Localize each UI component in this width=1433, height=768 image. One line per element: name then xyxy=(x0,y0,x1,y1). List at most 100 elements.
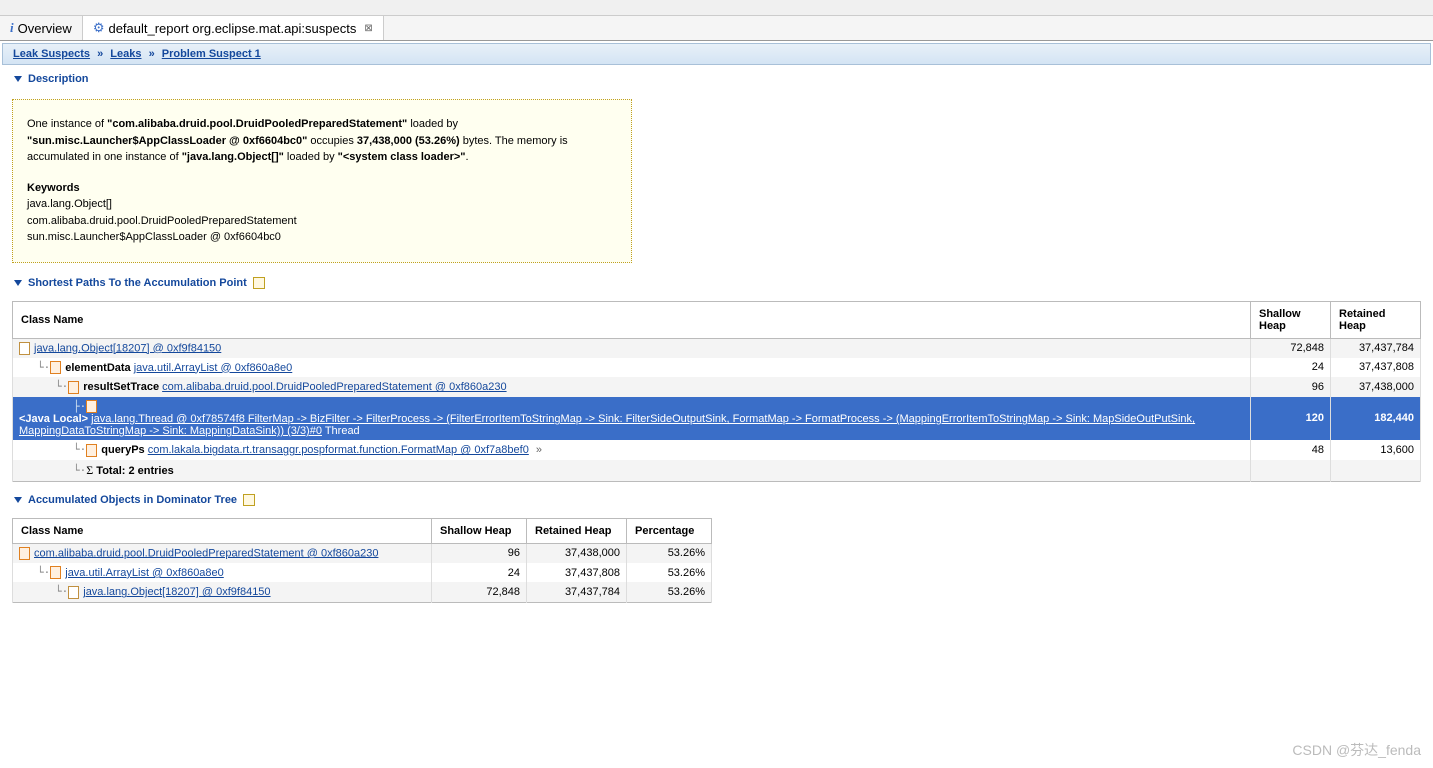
col-percentage: Percentage xyxy=(627,518,712,543)
cell-retained: 13,600 xyxy=(1331,440,1421,460)
cell-shallow: 48 xyxy=(1251,440,1331,460)
shortest-paths-table: Class Name Shallow Heap Retained Heap ja… xyxy=(12,301,1421,482)
field-name: elementData xyxy=(65,362,133,374)
sigma-icon: Σ xyxy=(86,463,93,477)
object-link[interactable]: java.util.ArrayList @ 0xf860a8e0 xyxy=(134,362,293,374)
tree-connector-icon: └· xyxy=(55,585,68,598)
tree-connector-icon: └· xyxy=(37,566,50,579)
file-icon xyxy=(86,400,97,413)
total-label: Total: 2 entries xyxy=(96,465,173,477)
tab-bar: i Overview ⚙ default_report org.eclipse.… xyxy=(0,16,1433,41)
object-link[interactable]: java.lang.Object[18207] @ 0xf9f84150 xyxy=(34,342,221,354)
tree-connector-icon: └· xyxy=(55,380,68,393)
file-icon xyxy=(50,566,61,579)
cell-retained: 37,437,808 xyxy=(1331,358,1421,378)
cell-shallow: 96 xyxy=(1251,377,1331,397)
keywords-heading: Keywords xyxy=(27,180,617,197)
object-link[interactable]: java.util.ArrayList @ 0xf860a8e0 xyxy=(65,567,224,579)
table-header-row: Class Name Shallow Heap Retained Heap xyxy=(13,301,1421,338)
file-icon xyxy=(68,586,79,599)
section-title: Accumulated Objects in Dominator Tree xyxy=(28,494,237,506)
tab-report[interactable]: ⚙ default_report org.eclipse.mat.api:sus… xyxy=(83,16,384,40)
field-name: <Java Local> xyxy=(19,413,91,425)
watermark: CSDN @芬达_fenda xyxy=(1292,740,1421,760)
gear-icon: ⚙ xyxy=(93,20,105,36)
description-box: One instance of "com.alibaba.druid.pool.… xyxy=(12,99,632,263)
cell-retained: 182,440 xyxy=(1331,397,1421,441)
tree-connector-icon: └· xyxy=(37,361,50,374)
tab-overview-label: Overview xyxy=(18,21,72,36)
file-icon xyxy=(19,547,30,560)
object-link[interactable]: com.lakala.bigdata.rt.transaggr.pospform… xyxy=(148,444,529,456)
keyword-line: com.alibaba.druid.pool.DruidPooledPrepar… xyxy=(27,213,617,230)
cell-shallow: 72,848 xyxy=(1251,338,1331,358)
content-area: Leak Suspects » Leaks » Problem Suspect … xyxy=(0,43,1433,603)
cell-percentage: 53.26% xyxy=(627,563,712,583)
file-icon xyxy=(68,381,79,394)
file-icon xyxy=(50,361,61,374)
cell-retained: 37,437,784 xyxy=(527,582,627,602)
cell-shallow: 72,848 xyxy=(432,582,527,602)
tree-connector-icon: └· xyxy=(73,464,86,477)
cell-retained: 37,437,808 xyxy=(527,563,627,583)
col-class-name: Class Name xyxy=(13,518,432,543)
section-title: Description xyxy=(28,73,89,85)
cell-shallow: 96 xyxy=(432,543,527,563)
table-row[interactable]: └· elementData java.util.ArrayList @ 0xf8… xyxy=(13,358,1421,378)
cell-retained: 37,438,000 xyxy=(527,543,627,563)
breadcrumb-sep-icon: » xyxy=(97,48,103,60)
file-icon xyxy=(19,342,30,355)
close-icon[interactable]: ⊠ xyxy=(364,23,372,34)
object-link[interactable]: com.alibaba.druid.pool.DruidPooledPrepar… xyxy=(34,547,378,559)
main-toolbar xyxy=(0,0,1433,16)
object-link[interactable]: java.lang.Object[18207] @ 0xf9f84150 xyxy=(83,586,270,598)
breadcrumb-sep-icon: » xyxy=(149,48,155,60)
col-shallow-heap: Shallow Heap xyxy=(1251,301,1331,338)
cell-percentage: 53.26% xyxy=(627,543,712,563)
section-title: Shortest Paths To the Accumulation Point xyxy=(28,277,247,289)
keywords-block: Keywords java.lang.Object[] com.alibaba.… xyxy=(27,180,617,246)
dominator-tree-table: Class Name Shallow Heap Retained Heap Pe… xyxy=(12,518,712,603)
object-link[interactable]: com.alibaba.druid.pool.DruidPooledPrepar… xyxy=(162,381,506,393)
field-name: queryPs xyxy=(101,444,147,456)
col-retained-heap: Retained Heap xyxy=(527,518,627,543)
section-header-shortest-paths: Shortest Paths To the Accumulation Point xyxy=(0,271,1433,295)
col-shallow-heap: Shallow Heap xyxy=(432,518,527,543)
breadcrumb-link-suspects[interactable]: Leak Suspects xyxy=(13,48,90,60)
table-row[interactable]: └· resultSetTrace com.alibaba.druid.pool.… xyxy=(13,377,1421,397)
more-icon[interactable]: » xyxy=(533,444,542,456)
keyword-line: java.lang.Object[] xyxy=(27,196,617,213)
cell-retained: 37,438,000 xyxy=(1331,377,1421,397)
table-row-total: └·Σ Total: 2 entries xyxy=(13,460,1421,482)
section-header-dominator-tree: Accumulated Objects in Dominator Tree xyxy=(0,488,1433,512)
section-header-description: Description xyxy=(0,67,1433,91)
file-icon xyxy=(86,444,97,457)
tab-report-label: default_report org.eclipse.mat.api:suspe… xyxy=(108,21,356,36)
col-retained-heap: Retained Heap xyxy=(1331,301,1421,338)
disclosure-icon[interactable] xyxy=(14,76,22,82)
disclosure-icon[interactable] xyxy=(14,280,22,286)
keyword-line: sun.misc.Launcher$AppClassLoader @ 0xf66… xyxy=(27,229,617,246)
table-row[interactable]: └·queryPs com.lakala.bigdata.rt.transagg… xyxy=(13,440,1421,460)
breadcrumb: Leak Suspects » Leaks » Problem Suspect … xyxy=(2,43,1431,65)
table-row-selected[interactable]: ├· <Java Local> java.lang.Thread @ 0xf78… xyxy=(13,397,1421,441)
col-class-name: Class Name xyxy=(13,301,1251,338)
action-icon[interactable] xyxy=(253,277,265,289)
cell-shallow: 120 xyxy=(1251,397,1331,441)
info-icon: i xyxy=(10,20,14,36)
action-icon[interactable] xyxy=(243,494,255,506)
table-row[interactable]: java.lang.Object[18207] @ 0xf9f84150 72,… xyxy=(13,338,1421,358)
table-header-row: Class Name Shallow Heap Retained Heap Pe… xyxy=(13,518,712,543)
object-link[interactable]: java.lang.Thread @ 0xf78574f8 FilterMap … xyxy=(19,413,1195,437)
table-row[interactable]: └· java.lang.Object[18207] @ 0xf9f84150 7… xyxy=(13,582,712,602)
breadcrumb-link-leaks[interactable]: Leaks xyxy=(110,48,141,60)
breadcrumb-link-problem[interactable]: Problem Suspect 1 xyxy=(162,48,261,60)
cell-percentage: 53.26% xyxy=(627,582,712,602)
tab-overview[interactable]: i Overview xyxy=(0,16,83,40)
disclosure-icon[interactable] xyxy=(14,497,22,503)
table-row[interactable]: com.alibaba.druid.pool.DruidPooledPrepar… xyxy=(13,543,712,563)
table-row[interactable]: └· java.util.ArrayList @ 0xf860a8e0 24 37… xyxy=(13,563,712,583)
cell-retained: 37,437,784 xyxy=(1331,338,1421,358)
field-name: resultSetTrace xyxy=(83,381,162,393)
cell-shallow: 24 xyxy=(432,563,527,583)
